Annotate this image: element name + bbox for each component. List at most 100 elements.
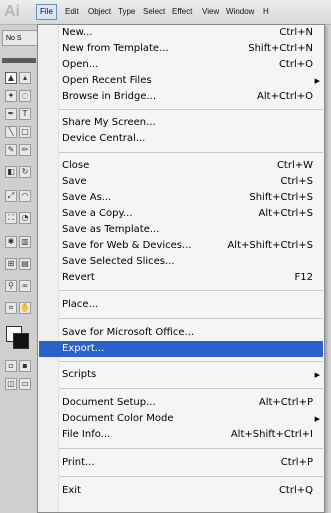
- tools-panel-header[interactable]: [2, 58, 36, 63]
- menu-item-shortcut: Alt+Shift+Ctrl+S: [227, 240, 313, 251]
- document-tab[interactable]: No S: [2, 30, 42, 46]
- menu-item-file-info[interactable]: File Info... Alt+Shift+Ctrl+I: [39, 427, 323, 443]
- menu-item-shortcut: Alt+Ctrl+S: [258, 208, 313, 219]
- menu-item-share-my-screen[interactable]: Share My Screen...: [39, 115, 323, 131]
- blend-tool-icon[interactable]: ∞: [19, 280, 31, 292]
- menu-item-print[interactable]: Print... Ctrl+P: [39, 455, 323, 471]
- menu-item-label: Save as Template...: [62, 224, 160, 235]
- menu-item-shortcut: Alt+Ctrl+P: [258, 397, 313, 408]
- menu-window[interactable]: Window: [223, 5, 257, 19]
- menu-item-label: Revert: [62, 272, 95, 283]
- mesh-tool-icon[interactable]: ⊞: [5, 258, 17, 270]
- menu-item-label: Save for Web & Devices...: [62, 240, 192, 251]
- menu-item-label: Document Setup...: [62, 397, 156, 408]
- menu-item-scripts[interactable]: Scripts ▶: [39, 367, 323, 383]
- menu-item-save[interactable]: Save Ctrl+S: [39, 174, 323, 190]
- menu-select[interactable]: Select: [140, 5, 168, 19]
- screen-mode-icon[interactable]: ◫: [5, 378, 17, 390]
- menu-item-save-as[interactable]: Save As... Shift+Ctrl+S: [39, 190, 323, 206]
- menu-type[interactable]: Type: [115, 5, 138, 19]
- symbol-sprayer-tool-icon[interactable]: ✱: [5, 236, 17, 248]
- menu-item-label: Place...: [62, 299, 99, 310]
- menu-effect[interactable]: Effect: [169, 5, 195, 19]
- stroke-color-swatch[interactable]: [13, 333, 29, 349]
- lasso-tool-icon[interactable]: ◌: [19, 90, 31, 102]
- menu-item-save-selected-slices[interactable]: Save Selected Slices...: [39, 254, 323, 270]
- menu-item-shortcut: Alt+Shift+Ctrl+I: [230, 429, 313, 440]
- menu-item-revert[interactable]: Revert F12: [39, 270, 323, 286]
- menu-item-close[interactable]: Close Ctrl+W: [39, 158, 323, 174]
- menu-separator: [59, 290, 323, 291]
- menu-item-document-setup[interactable]: Document Setup... Alt+Ctrl+P: [39, 395, 323, 411]
- menu-item-label: Close: [62, 160, 90, 171]
- menu-item-shortcut: Ctrl+O: [278, 59, 313, 70]
- menu-item-shortcut: F12: [294, 272, 313, 283]
- menu-separator: [59, 388, 323, 389]
- paintbrush-tool-icon[interactable]: ✎: [5, 144, 17, 156]
- file-menu-dropdown: New... Ctrl+N New from Template... Shift…: [37, 24, 325, 513]
- menu-file[interactable]: File: [36, 4, 57, 20]
- type-tool-icon[interactable]: T: [19, 108, 31, 120]
- menu-item-open-recent-files[interactable]: Open Recent Files ▶: [39, 73, 323, 89]
- direct-selection-tool-icon[interactable]: ▴: [19, 72, 31, 84]
- menu-object[interactable]: Object: [85, 5, 114, 19]
- eyedropper-tool-icon[interactable]: ⚲: [5, 280, 17, 292]
- eraser-tool-icon[interactable]: ◧: [5, 166, 17, 178]
- menu-item-exit[interactable]: Exit Ctrl+Q: [39, 483, 323, 499]
- free-transform-tool-icon[interactable]: ⛶: [5, 212, 17, 224]
- menu-item-shortcut: Alt+Ctrl+O: [257, 91, 313, 102]
- pen-tool-icon[interactable]: ✒: [5, 108, 17, 120]
- draw-behind-icon[interactable]: ▪: [19, 360, 31, 372]
- menu-item-shortcut: Ctrl+S: [280, 176, 313, 187]
- menu-item-shortcut: Ctrl+P: [280, 457, 313, 468]
- triangle-right-icon: ▶: [314, 77, 320, 85]
- draw-normal-icon[interactable]: ▫: [5, 360, 17, 372]
- menu-item-browse-in-bridge[interactable]: Browse in Bridge... Alt+Ctrl+O: [39, 89, 323, 105]
- menu-item-label: Save for Microsoft Office...: [62, 327, 195, 338]
- menu-separator: [59, 476, 323, 477]
- menu-view[interactable]: View: [199, 5, 222, 19]
- triangle-right-icon: ▶: [314, 415, 320, 423]
- menu-item-shortcut: Ctrl+N: [279, 27, 313, 38]
- menu-item-new[interactable]: New... Ctrl+N: [39, 25, 323, 41]
- menu-separator: [59, 361, 323, 362]
- menu-edit[interactable]: Edit: [62, 5, 82, 19]
- pencil-tool-icon[interactable]: ✏: [19, 144, 31, 156]
- menu-item-save-as-template[interactable]: Save as Template...: [39, 222, 323, 238]
- menu-item-label: Share My Screen...: [62, 117, 156, 128]
- menu-item-shortcut: Ctrl+W: [276, 160, 313, 171]
- menu-item-shortcut: Shift+Ctrl+N: [248, 43, 313, 54]
- hand-tool-icon[interactable]: ✋: [19, 302, 31, 314]
- magic-wand-tool-icon[interactable]: ✦: [5, 90, 17, 102]
- menu-item-label: Exit: [62, 485, 81, 496]
- line-tool-icon[interactable]: ╲: [5, 126, 17, 138]
- menu-item-open[interactable]: Open... Ctrl+O: [39, 57, 323, 73]
- menu-item-export[interactable]: Export...: [39, 341, 323, 357]
- menu-bar: Ai File Edit Object Type Select Effect V…: [0, 0, 331, 25]
- menu-item-shortcut: Shift+Ctrl+S: [249, 192, 313, 203]
- rotate-tool-icon[interactable]: ↻: [19, 166, 31, 178]
- menu-item-label: Browse in Bridge...: [62, 91, 157, 102]
- menu-item-save-for-web[interactable]: Save for Web & Devices... Alt+Shift+Ctrl…: [39, 238, 323, 254]
- change-screen-mode-icon[interactable]: ▭: [19, 378, 31, 390]
- graph-tool-icon[interactable]: ▥: [19, 236, 31, 248]
- menu-item-document-color-mode[interactable]: Document Color Mode ▶: [39, 411, 323, 427]
- menu-item-label: Print...: [62, 457, 95, 468]
- menu-item-device-central[interactable]: Device Central...: [39, 131, 323, 147]
- menu-item-place[interactable]: Place...: [39, 297, 323, 313]
- menu-item-new-from-template[interactable]: New from Template... Shift+Ctrl+N: [39, 41, 323, 57]
- rectangle-tool-icon[interactable]: □: [19, 126, 31, 138]
- menu-item-save-for-microsoft-office[interactable]: Save for Microsoft Office...: [39, 325, 323, 341]
- menu-item-label: Device Central...: [62, 133, 146, 144]
- scale-tool-icon[interactable]: ⤢: [5, 190, 17, 202]
- menu-item-label: Save: [62, 176, 87, 187]
- menu-separator: [59, 152, 323, 153]
- gradient-tool-icon[interactable]: ▤: [19, 258, 31, 270]
- shape-builder-tool-icon[interactable]: ◔: [19, 212, 31, 224]
- selection-tool-icon[interactable]: ▲: [5, 72, 17, 84]
- menu-help[interactable]: H: [260, 5, 272, 19]
- menu-item-save-a-copy[interactable]: Save a Copy... Alt+Ctrl+S: [39, 206, 323, 222]
- warp-tool-icon[interactable]: ◠: [19, 190, 31, 202]
- slice-tool-icon[interactable]: ⌗: [5, 302, 17, 314]
- menu-item-label: New...: [62, 27, 93, 38]
